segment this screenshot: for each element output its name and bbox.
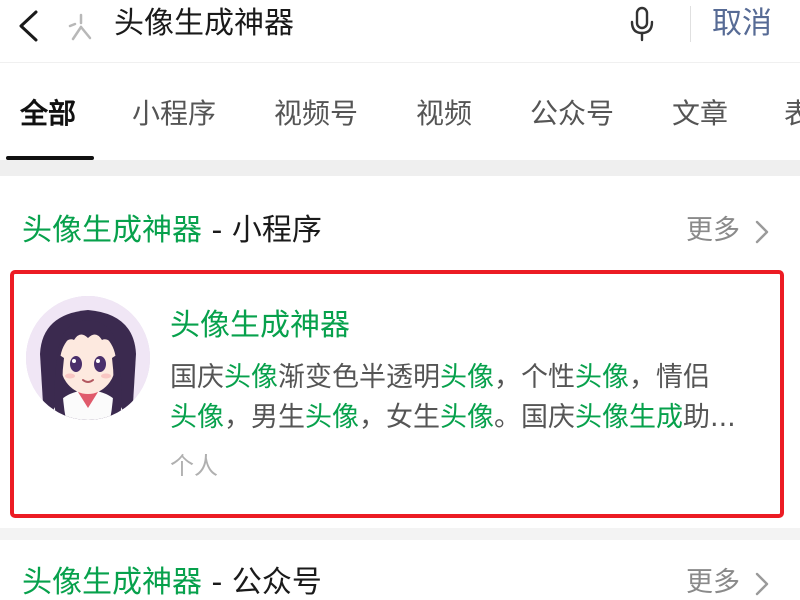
category-tabs: 全部 小程序 视频号 视频 公众号 文章 表 (0, 62, 800, 160)
result-description-line-1: 国庆头像渐变色半透明头像，个性头像，情侣 (170, 358, 770, 398)
more-official-accounts-link[interactable]: 更多 (686, 564, 769, 600)
description-text: ，个性 (494, 362, 575, 393)
voice-input-button[interactable] (622, 4, 662, 44)
section-type: - 公众号 (202, 565, 322, 600)
result-description-line-2: 头像，男生头像，女生头像。国庆头像生成助... (170, 398, 770, 438)
tab-emoji[interactable]: 表 (784, 93, 800, 135)
microphone-icon (630, 6, 654, 42)
back-arrow-icon (19, 10, 38, 42)
description-text: ，女生 (359, 402, 440, 433)
official-account-section-header: 头像生成神器 - 公众号 更多 (0, 552, 800, 600)
tab-channels[interactable]: 视频号 (274, 93, 358, 135)
description-text: 渐变色半透明 (278, 362, 440, 393)
mini-program-section-header: 头像生成神器 - 小程序 更多 (0, 200, 800, 260)
section-separator-2 (0, 528, 800, 540)
tab-official-account[interactable]: 公众号 (530, 93, 614, 135)
search-bar-divider (690, 6, 691, 42)
keyword-highlight: 头像生成 (575, 402, 683, 433)
description-text: ，男生 (224, 402, 305, 433)
search-bar: 头像生成神器 取消 (0, 0, 800, 62)
section-title: 头像生成神器 - 小程序 (22, 210, 322, 252)
result-title: 头像生成神器 (170, 308, 350, 343)
tab-all[interactable]: 全部 (20, 93, 76, 135)
description-text: 国庆 (170, 362, 224, 393)
cancel-button[interactable]: 取消 (712, 2, 772, 46)
keyword-highlight: 头像 (575, 362, 629, 393)
avatar (26, 296, 150, 420)
description-text: 。国庆 (494, 402, 575, 433)
section-separator (0, 160, 800, 176)
back-button[interactable] (8, 6, 48, 46)
tab-video[interactable]: 视频 (416, 93, 472, 135)
more-label: 更多 (686, 215, 740, 246)
search-input[interactable]: 头像生成神器 (114, 2, 294, 46)
section-keyword: 头像生成神器 (22, 565, 202, 600)
tab-articles[interactable]: 文章 (672, 93, 728, 135)
more-mini-programs-link[interactable]: 更多 (686, 212, 769, 250)
more-label: 更多 (686, 567, 740, 598)
keyword-highlight: 头像 (170, 402, 224, 433)
keyword-highlight: 头像 (440, 402, 494, 433)
chevron-right-icon (755, 220, 768, 243)
result-owner-type: 个人 (170, 452, 218, 480)
keyword-highlight: 头像 (305, 402, 359, 433)
section-keyword: 头像生成神器 (22, 213, 202, 248)
keyword-highlight: 头像 (440, 362, 494, 393)
description-text: 助... (683, 402, 736, 433)
section-title: 头像生成神器 - 公众号 (22, 562, 322, 600)
keyword-highlight: 头像 (224, 362, 278, 393)
mini-program-result-card[interactable]: 头像生成神器 国庆头像渐变色半透明头像，个性头像，情侣 头像，男生头像，女生头像… (10, 270, 784, 518)
search-sparkle-icon (64, 10, 98, 44)
tab-mini-program[interactable]: 小程序 (132, 93, 216, 135)
description-text: ，情侣 (629, 362, 710, 393)
section-type: - 小程序 (202, 213, 322, 248)
chevron-right-icon (755, 572, 768, 595)
result-description: 国庆头像渐变色半透明头像，个性头像，情侣 头像，男生头像，女生头像。国庆头像生成… (170, 358, 770, 438)
